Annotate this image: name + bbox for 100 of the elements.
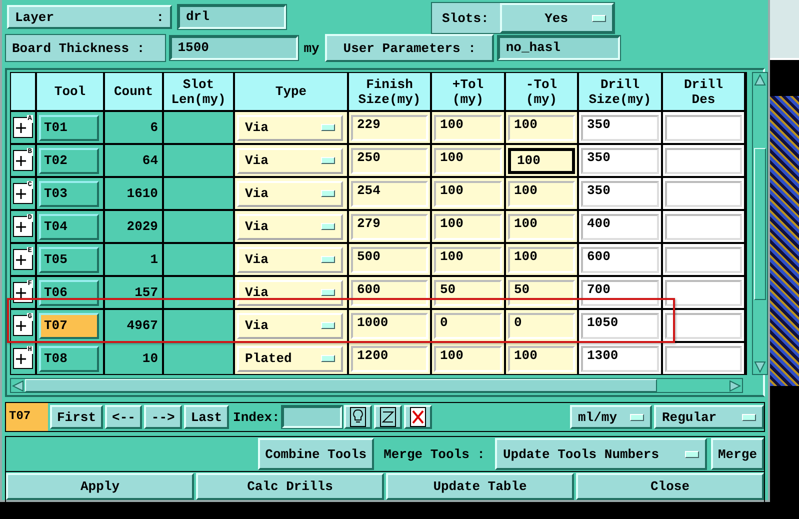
layer-field[interactable]: drl [178,5,286,29]
navigation-button[interactable]: Last [184,405,230,429]
value-field[interactable]: 50 [434,280,502,306]
units-dropdown[interactable]: ml/my [570,405,652,429]
background-panel [770,0,799,60]
board-thickness-label: Board Thickness : [5,34,166,62]
horizontal-scrollbar[interactable] [10,378,743,393]
user-parameters-button[interactable]: User Parameters : [325,34,494,62]
action-button[interactable]: Update Table [386,473,574,500]
scrollbar-thumb[interactable] [754,148,766,300]
action-button[interactable]: Close [576,473,764,500]
delete-button[interactable] [404,405,432,429]
value-field[interactable]: 100 [434,180,502,206]
mode-dropdown[interactable]: Regular [654,405,764,429]
value-field[interactable]: 600 [351,280,428,306]
type-dropdown[interactable]: Via [237,180,343,206]
tool-button[interactable]: T03 [39,180,99,206]
action-button[interactable]: Calc Drills [196,473,384,500]
value-field[interactable]: 0 [434,312,502,338]
drill-des-field[interactable] [665,280,742,306]
merge-option-dropdown[interactable]: Update Tools Numbers [494,438,707,470]
navigation-button[interactable]: --> [144,405,182,429]
value-field[interactable]: 100 [508,346,575,372]
tool-button[interactable]: T06 [39,280,99,306]
value-field[interactable]: 100 [508,214,575,240]
plus-icon[interactable] [13,249,33,270]
drill-des-field[interactable] [665,246,742,272]
slots-dropdown[interactable]: Yes [500,3,614,33]
plus-icon[interactable] [13,150,33,171]
scroll-right-icon[interactable] [729,380,741,392]
plus-icon[interactable] [13,117,33,138]
value-field[interactable]: 350 [581,148,659,174]
value-field[interactable]: 100 [434,246,502,272]
combine-tools-button[interactable]: Combine Tools [258,438,374,470]
column-header: Type [235,73,349,110]
value-field[interactable]: 0 [508,312,575,338]
bulb-button[interactable] [344,405,372,429]
tool-button[interactable]: T07 [39,312,99,338]
navigation-button[interactable]: First [50,405,104,429]
value-field[interactable]: 350 [581,180,659,206]
value-field[interactable]: 100 [434,346,502,372]
value-field[interactable]: 500 [351,246,428,272]
type-dropdown[interactable]: Via [237,280,343,306]
value-field[interactable]: 700 [581,280,659,306]
drill-des-field[interactable] [665,148,742,174]
column-header: -Tol (my) [506,73,579,110]
drill-des-field[interactable] [665,312,742,338]
delete-icon [410,407,426,427]
value-field[interactable]: 350 [581,114,659,140]
column-header: Slot Len(my) [164,73,235,110]
scroll-left-icon[interactable] [12,380,24,392]
value-field[interactable]: 100 [508,180,575,206]
value-field[interactable]: 250 [351,148,428,174]
action-button[interactable]: Apply [6,473,194,500]
index-field[interactable] [282,406,342,428]
count-cell: 1610 [105,176,164,209]
plus-icon[interactable] [13,315,33,336]
value-field[interactable]: 100 [508,148,575,174]
type-dropdown[interactable]: Via [237,312,343,338]
value-field[interactable]: 100 [508,246,575,272]
type-dropdown[interactable]: Plated [237,346,343,372]
type-dropdown[interactable]: Via [237,246,343,272]
type-dropdown[interactable]: Via [237,148,343,174]
drill-des-field[interactable] [665,180,742,206]
value-field[interactable]: 100 [508,114,575,140]
value-field[interactable]: 279 [351,214,428,240]
tool-button[interactable]: T01 [39,114,99,140]
value-field[interactable]: 100 [434,214,502,240]
type-dropdown[interactable]: Via [237,114,343,140]
tool-button[interactable]: T02 [39,148,99,174]
tool-button[interactable]: T04 [39,214,99,240]
value-field[interactable]: 1050 [581,312,659,338]
dropdown-indicator-icon [321,289,335,296]
value-field[interactable]: 254 [351,180,428,206]
value-field[interactable]: 1200 [351,346,428,372]
drill-des-field[interactable] [665,346,742,372]
drill-des-field[interactable] [665,214,742,240]
value-field[interactable]: 229 [351,114,428,140]
scroll-up-icon[interactable] [754,74,766,86]
merge-button[interactable]: Merge [710,438,764,470]
scroll-down-icon[interactable] [754,361,766,373]
navigation-button[interactable]: <-- [105,405,142,429]
board-thickness-field[interactable]: 1500 [170,36,298,60]
drill-des-field[interactable] [665,114,742,140]
value-field[interactable]: 100 [434,114,502,140]
user-parameters-field[interactable]: no_hasl [498,36,620,60]
plus-icon[interactable] [13,183,33,204]
vertical-scrollbar[interactable] [752,72,768,375]
plus-icon[interactable] [13,216,33,237]
value-field[interactable]: 1300 [581,346,659,372]
tool-button[interactable]: T08 [39,346,99,372]
value-field[interactable]: 1000 [351,312,428,338]
value-field[interactable]: 100 [434,148,502,174]
value-field[interactable]: 50 [508,280,575,306]
type-dropdown[interactable]: Via [237,214,343,240]
plus-icon[interactable] [13,348,33,369]
tool-button[interactable]: T05 [39,246,99,272]
value-field[interactable]: 400 [581,214,659,240]
value-field[interactable]: 600 [581,246,659,272]
swap-button[interactable] [374,405,402,429]
